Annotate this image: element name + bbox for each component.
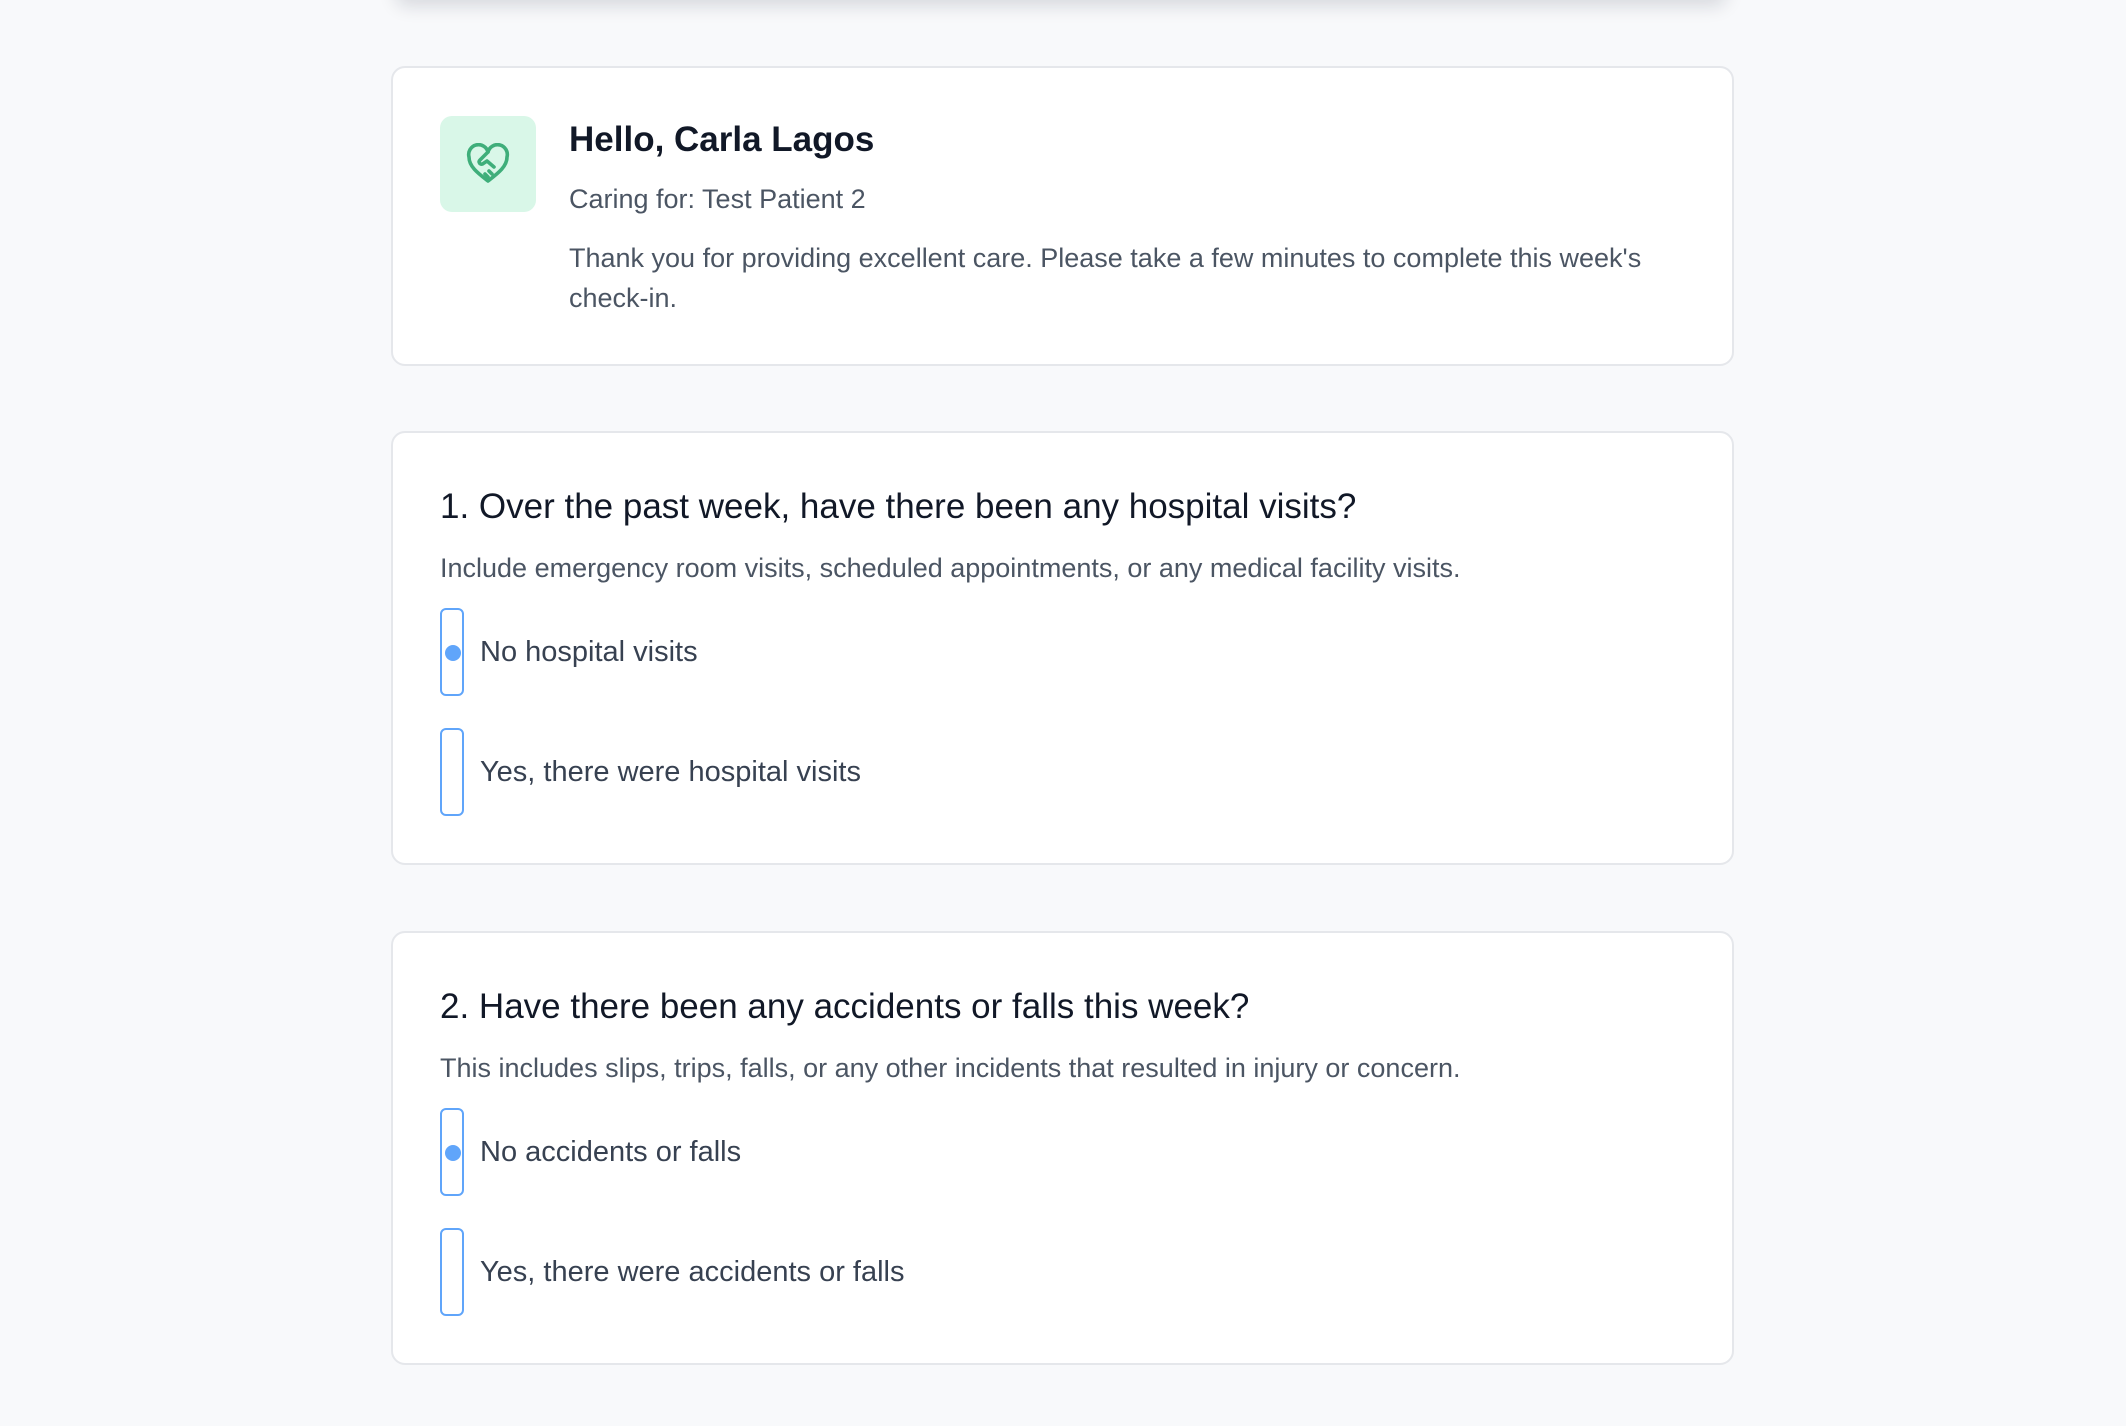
question-title: 1. Over the past week, have there been a… — [440, 487, 1357, 526]
option-yes-accidents-falls[interactable]: Yes, there were accidents or falls — [440, 1228, 1440, 1316]
radio-button-selected[interactable] — [440, 608, 464, 696]
question-title: 2. Have there been any accidents or fall… — [440, 987, 1250, 1026]
question-help-text: Include emergency room visits, scheduled… — [440, 553, 1461, 583]
question-card-accidents-falls: 2. Have there been any accidents or fall… — [391, 931, 1734, 1365]
option-no-hospital-visits[interactable]: No hospital visits — [440, 608, 1440, 696]
heart-handshake-icon — [440, 116, 536, 212]
caring-for-label: Caring for: Test Patient 2 — [569, 184, 866, 214]
option-label: Yes, there were hospital visits — [480, 755, 861, 788]
option-label: Yes, there were accidents or falls — [480, 1255, 905, 1288]
option-label: No accidents or falls — [480, 1135, 742, 1168]
radio-button[interactable] — [440, 728, 464, 816]
question-help-text: This includes slips, trips, falls, or an… — [440, 1053, 1461, 1083]
option-yes-hospital-visits[interactable]: Yes, there were hospital visits — [440, 728, 1440, 816]
greeting-card: Hello, Carla Lagos Caring for: Test Pati… — [391, 66, 1734, 366]
option-label: No hospital visits — [480, 635, 698, 668]
radio-dot-icon — [445, 645, 461, 661]
greeting-title: Hello, Carla Lagos — [569, 120, 875, 159]
greeting-message: Thank you for providing excellent care. … — [569, 243, 1642, 313]
radio-dot-icon — [445, 1145, 461, 1161]
question-card-hospital-visits: 1. Over the past week, have there been a… — [391, 431, 1734, 865]
radio-button[interactable] — [440, 1228, 464, 1316]
radio-button-selected[interactable] — [440, 1108, 464, 1196]
option-no-accidents-falls[interactable]: No accidents or falls — [440, 1108, 1440, 1196]
